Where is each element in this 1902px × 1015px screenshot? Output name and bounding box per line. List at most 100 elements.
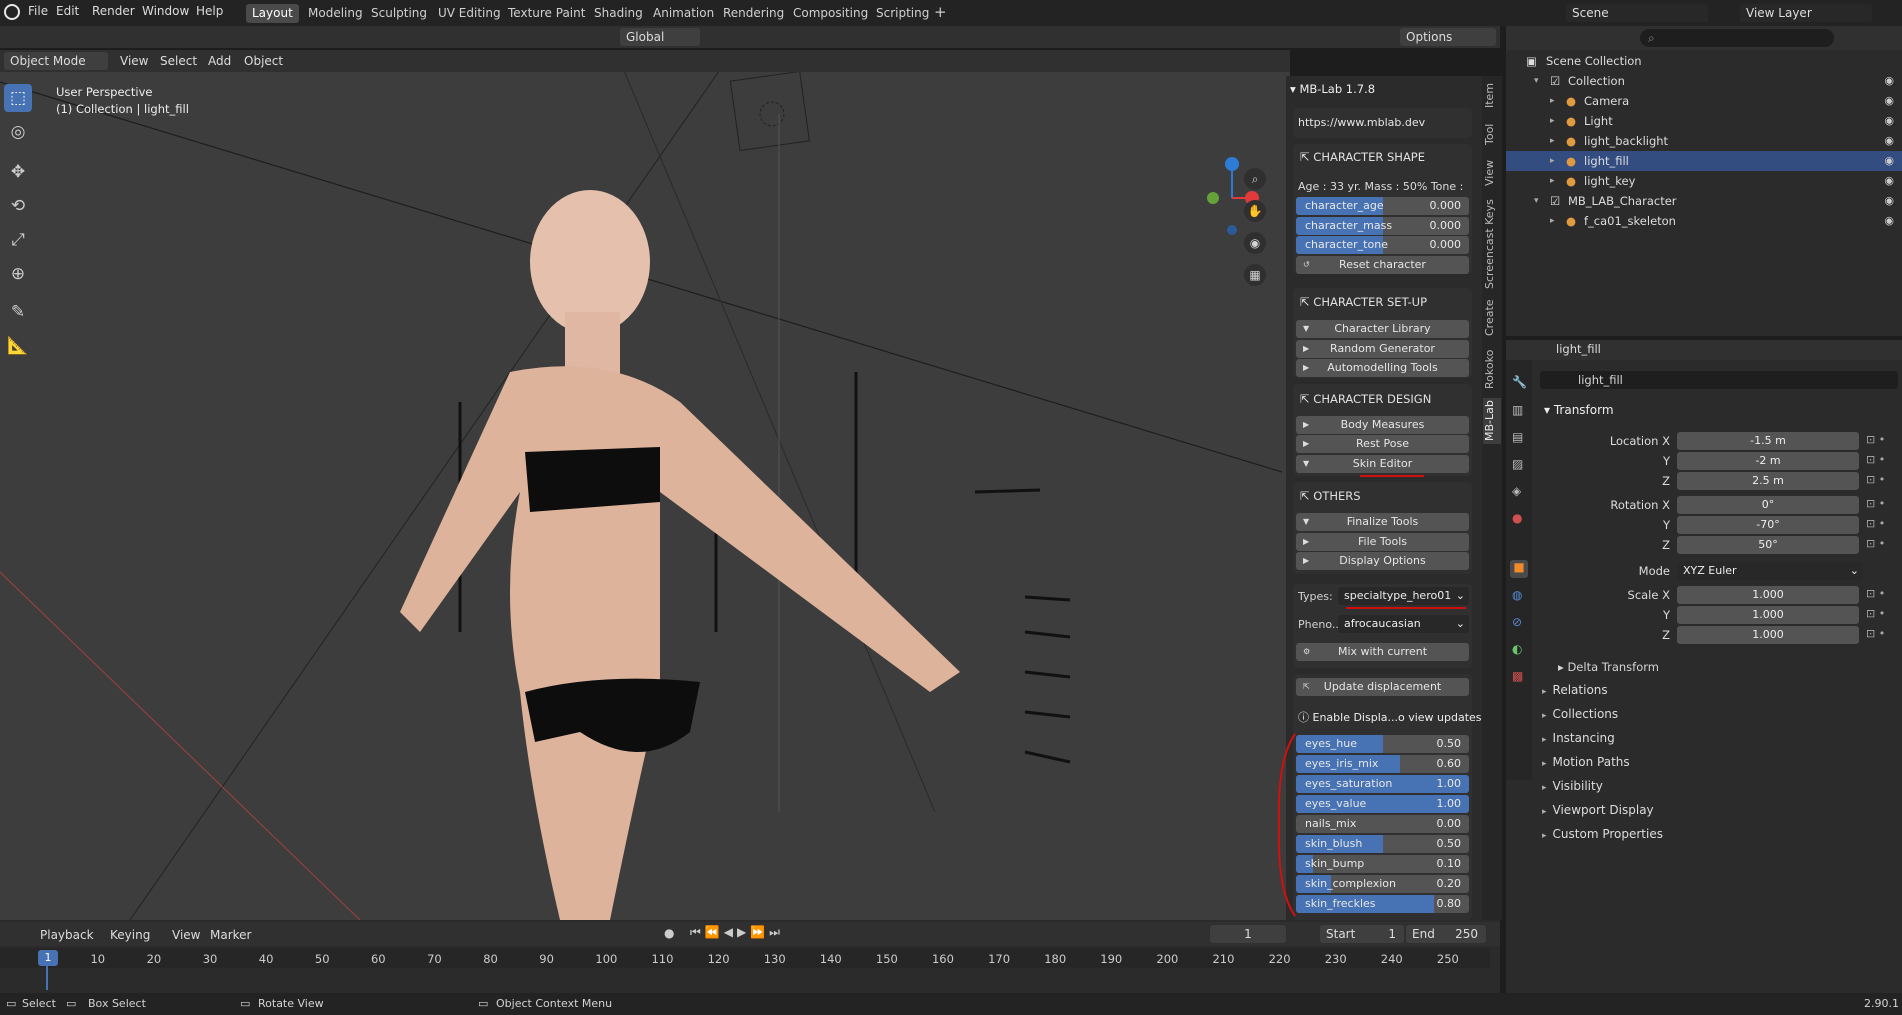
slider-shape-0[interactable]: character_age 0.000 (1296, 197, 1469, 215)
object-menu[interactable]: Object (238, 52, 289, 70)
expand-icon[interactable]: ▸ (1550, 91, 1555, 111)
slider-skin-8[interactable]: skin_freckles 0.80 (1296, 895, 1469, 913)
modifier-props-icon[interactable]: ◍ (1512, 588, 1522, 602)
object-name-field[interactable]: light_fill (1540, 371, 1898, 389)
object-props-icon[interactable]: ■ (1510, 560, 1528, 578)
transform-tool-icon[interactable]: ⊕ (4, 260, 32, 288)
tab-shading[interactable]: Shading (588, 4, 649, 23)
slider-skin-0[interactable]: eyes_hue 0.50 (1296, 735, 1469, 753)
tab-rendering[interactable]: Rendering (717, 4, 790, 23)
character-library-button[interactable]: ▼ Character Library (1296, 320, 1469, 338)
slider-skin-1[interactable]: eyes_iris_mix 0.60 (1296, 755, 1469, 773)
location-field[interactable]: -2 m (1677, 452, 1859, 470)
expand-icon[interactable]: ▸ (1550, 211, 1555, 231)
expand-icon[interactable]: ▾ (1534, 71, 1539, 91)
outliner-row[interactable]: ▸ ● light_key ◉ (1506, 171, 1902, 191)
keyframe-icon[interactable]: ⊡ • (1866, 473, 1885, 486)
menu-edit[interactable]: Edit (56, 4, 79, 18)
output-props-icon[interactable]: ▤ (1512, 430, 1523, 444)
measure-tool-icon[interactable]: 📐 (4, 332, 32, 360)
location-field[interactable]: 2.5 m (1677, 472, 1859, 490)
timeline-view-menu[interactable]: View (166, 926, 206, 944)
view-layer-selector[interactable]: View Layer (1740, 4, 1872, 22)
playhead[interactable]: 1 (38, 950, 58, 966)
outliner-row[interactable]: ▸ ● light_fill ◉ (1506, 151, 1902, 171)
properties-panel-viewport-display[interactable]: ▸ Viewport Display (1542, 803, 1654, 817)
menu-window[interactable]: Window (142, 4, 189, 18)
outliner-row[interactable]: ▸ ● Light ◉ (1506, 111, 1902, 131)
tab-texture-paint[interactable]: Texture Paint (502, 4, 591, 23)
tab-view[interactable]: View (1483, 158, 1501, 188)
tab-modeling[interactable]: Modeling (302, 4, 369, 23)
select-menu[interactable]: Select (154, 52, 203, 70)
tab-rokoko[interactable]: Rokoko (1483, 348, 1501, 390)
mblab-url[interactable]: https://www.mblab.dev (1298, 116, 1425, 129)
delta-transform-header[interactable]: ▸ Delta Transform (1558, 660, 1659, 674)
menu-help[interactable]: Help (196, 4, 223, 18)
keyframe-icon[interactable]: ⊡ • (1866, 607, 1885, 620)
scale-tool-icon[interactable]: ⤢ (4, 226, 32, 254)
rotation-field[interactable]: 50° (1677, 536, 1859, 554)
keyframe-icon[interactable]: ⊡ • (1866, 627, 1885, 640)
transform-panel-header[interactable]: ▾ Transform (1544, 403, 1614, 417)
rotation-field[interactable]: 0° (1677, 496, 1859, 514)
tab-item[interactable]: Item (1483, 80, 1501, 110)
add-menu[interactable]: Add (202, 52, 237, 70)
scale-field[interactable]: 1.000 (1677, 626, 1859, 644)
expand-icon[interactable]: ▸ (1550, 131, 1555, 151)
skin-editor-button[interactable]: ▼ Skin Editor (1296, 455, 1469, 473)
display-options-button[interactable]: ▶ Display Options (1296, 552, 1469, 570)
file-tools-button[interactable]: ▶ File Tools (1296, 533, 1469, 551)
pan-hand-icon[interactable]: ✋ (1244, 200, 1266, 222)
current-frame-field[interactable]: 1 (1210, 925, 1286, 943)
slider-skin-4[interactable]: nails_mix 0.00 (1296, 815, 1469, 833)
location-field[interactable]: -1.5 m (1677, 432, 1859, 450)
rotate-tool-icon[interactable]: ⟲ (4, 192, 32, 220)
keyframe-icon[interactable]: ⊡ • (1866, 497, 1885, 510)
transform-orientation-dropdown[interactable]: Global (620, 28, 700, 46)
zoom-icon[interactable]: ⌕ (1244, 168, 1266, 190)
menu-file[interactable]: File (28, 4, 48, 18)
body-measures-button[interactable]: ▶ Body Measures (1296, 416, 1469, 434)
tab-tool[interactable]: Tool (1483, 120, 1501, 148)
properties-panel-relations[interactable]: ▸ Relations (1542, 683, 1608, 697)
visibility-eye-icon[interactable]: ◉ (1884, 171, 1894, 191)
outliner-row[interactable]: ▾ ☑ MB_LAB_Character ◉ (1506, 191, 1902, 211)
keying-menu[interactable]: Keying (104, 926, 156, 944)
properties-panel-visibility[interactable]: ▸ Visibility (1542, 779, 1603, 793)
record-icon[interactable]: ● (664, 926, 674, 940)
enable-displacement-row[interactable]: ⓘ Enable Displa...o view updates (1298, 709, 1482, 725)
scene-selector[interactable]: Scene (1566, 4, 1708, 22)
pheno-dropdown[interactable]: afrocaucasian ⌄ (1338, 615, 1469, 633)
rotation-field[interactable]: -70° (1677, 516, 1859, 534)
start-frame-field[interactable]: Start 1 (1320, 925, 1404, 943)
slider-shape-2[interactable]: character_tone 0.000 (1296, 236, 1469, 254)
cursor-tool-icon[interactable]: ◎ (4, 118, 32, 146)
object-mode-dropdown[interactable]: Object Mode (4, 52, 108, 70)
add-workspace-icon[interactable]: + (934, 3, 947, 21)
texture-props-icon[interactable]: ▩ (1512, 669, 1523, 683)
move-tool-icon[interactable]: ✥ (4, 158, 32, 186)
rest-pose-button[interactable]: ▶ Rest Pose (1296, 435, 1469, 453)
grid-icon[interactable]: ▦ (1244, 264, 1266, 286)
render-props-icon[interactable]: ▥ (1512, 403, 1523, 417)
slider-shape-1[interactable]: character_mass 0.000 (1296, 216, 1469, 235)
tab-scripting[interactable]: Scripting (870, 4, 935, 23)
outliner-row[interactable]: ▸ ● Camera ◉ (1506, 91, 1902, 111)
tab-layout[interactable]: Layout (246, 4, 299, 23)
light-data-icon[interactable]: ◐ (1512, 642, 1522, 656)
menu-render[interactable]: Render (92, 4, 135, 18)
properties-panel-instancing[interactable]: ▸ Instancing (1542, 731, 1615, 745)
expand-icon[interactable]: ▸ (1550, 111, 1555, 131)
slider-skin-3[interactable]: eyes_value 1.00 (1296, 795, 1469, 813)
marker-menu[interactable]: Marker (204, 926, 257, 944)
visibility-eye-icon[interactable]: ◉ (1884, 91, 1894, 111)
scale-field[interactable]: 1.000 (1677, 606, 1859, 624)
slider-skin-6[interactable]: skin_bump 0.10 (1296, 855, 1469, 873)
visibility-eye-icon[interactable]: ◉ (1884, 71, 1894, 91)
properties-panel-custom-properties[interactable]: ▸ Custom Properties (1542, 827, 1663, 841)
slider-skin-7[interactable]: skin_complexion 0.20 (1296, 875, 1469, 893)
visibility-eye-icon[interactable]: ◉ (1884, 191, 1894, 211)
mix-with-current-button[interactable]: ⚙ Mix with current (1296, 643, 1469, 661)
slider-skin-2[interactable]: eyes_saturation 1.00 (1296, 775, 1469, 793)
